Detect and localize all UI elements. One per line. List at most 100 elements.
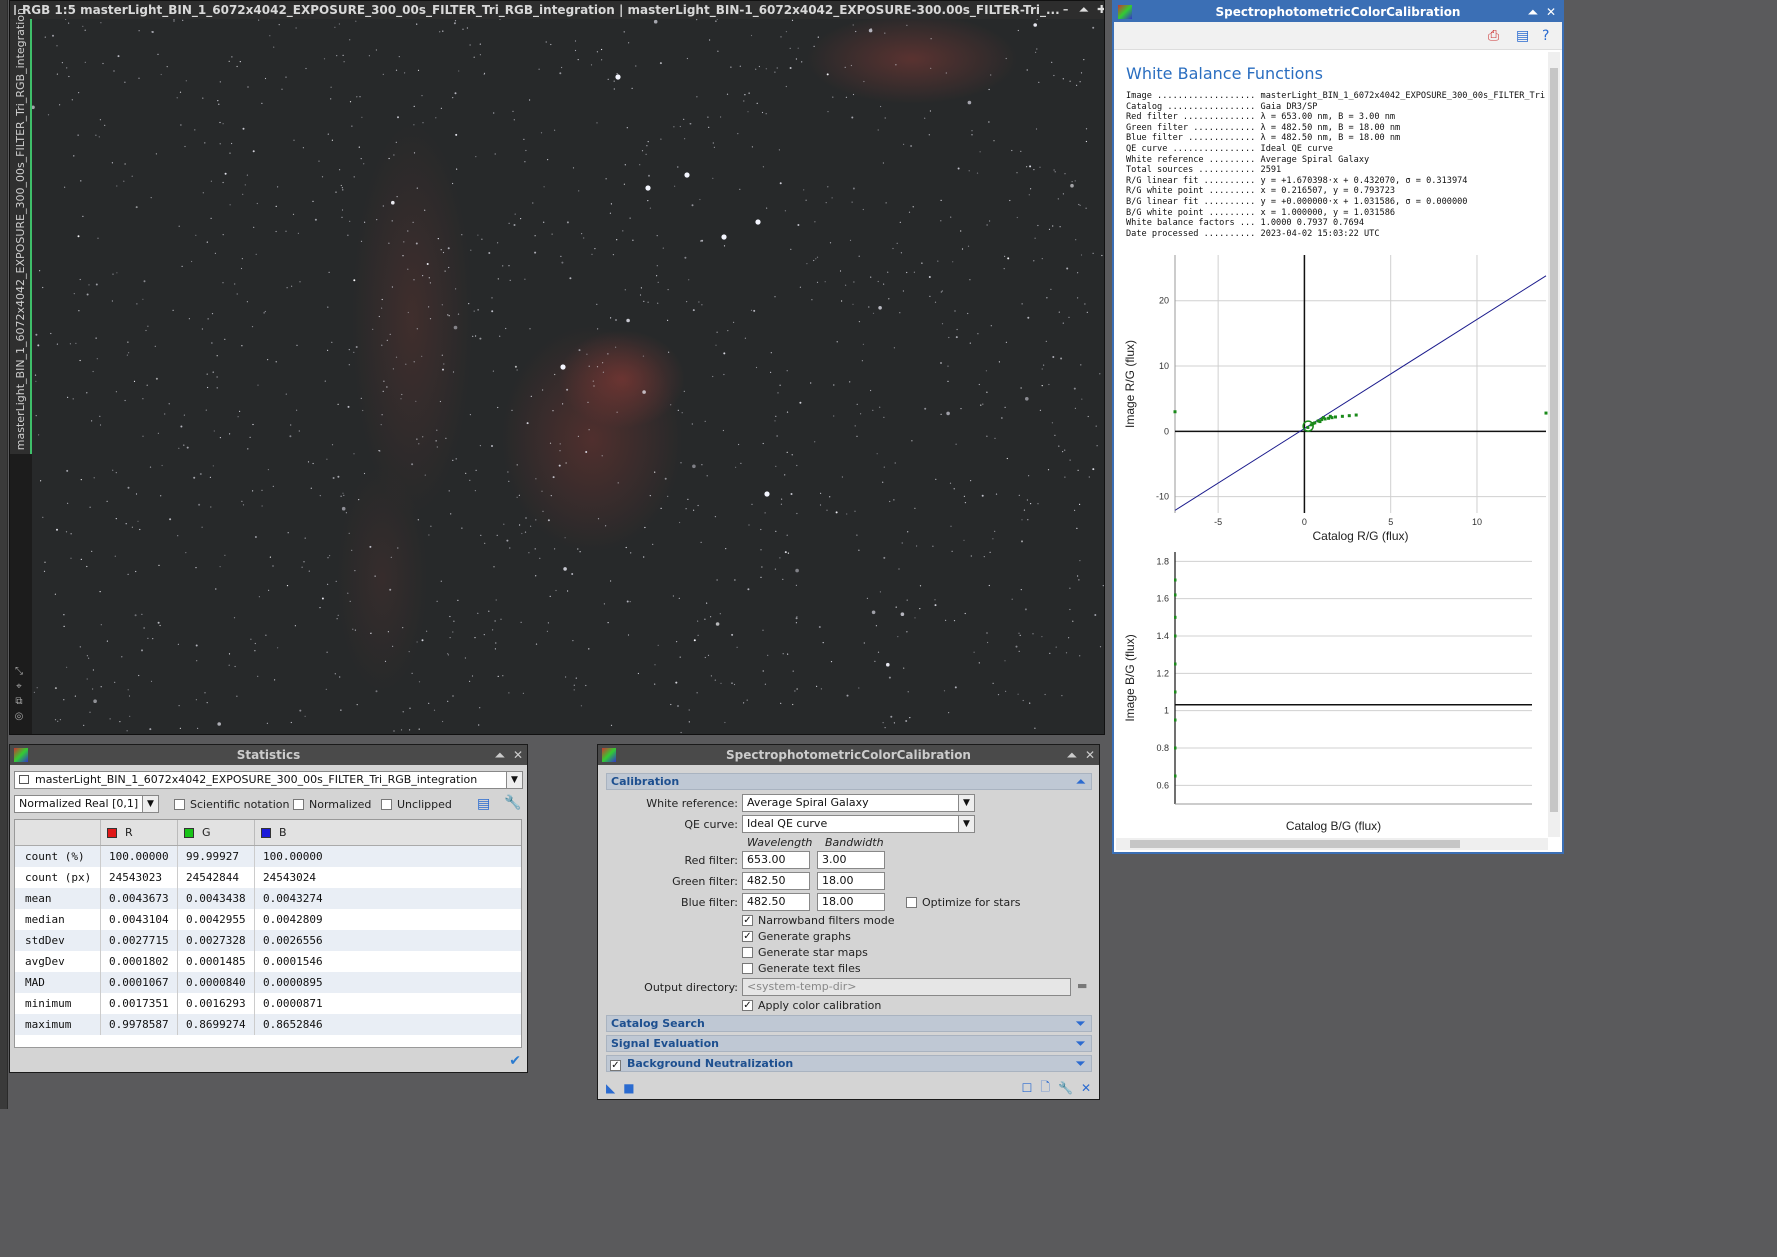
generate-star-maps-checkbox[interactable]: Generate star maps — [742, 946, 868, 959]
star — [495, 599, 497, 601]
statistics-panel[interactable]: Statistics ⏶ ✕ masterLight_BIN_1_6072x40… — [9, 744, 528, 1073]
spcc-graph-window[interactable]: SpectrophotometricColorCalibration ⏶ ✕ ⎙… — [1112, 0, 1564, 854]
star — [940, 413, 942, 415]
star — [656, 275, 658, 277]
optimize-for-stars-checkbox[interactable]: Optimize for stars — [906, 896, 1020, 909]
target-icon[interactable]: ◎ — [13, 711, 25, 723]
shade-icon[interactable]: ⏶ — [1067, 748, 1077, 762]
checkbox-box-checked[interactable]: ✓ — [742, 931, 753, 942]
table-icon[interactable]: ▤ — [477, 796, 490, 812]
green-wavelength-field[interactable]: 482.50 — [742, 872, 810, 890]
report-line: White balance factors ... 1.0000 0.7937 … — [1126, 218, 1364, 229]
scientific-notation-checkbox[interactable]: Scientific notation — [174, 798, 290, 811]
image-window[interactable]: RGB 1:5 masterLight_BIN_1_6072x4042_EXPO… — [9, 0, 1105, 735]
generate-graphs-checkbox[interactable]: ✓ Generate graphs — [742, 930, 851, 943]
spcc-titlebar[interactable]: SpectrophotometricColorCalibration ⏶ ✕ — [598, 745, 1099, 765]
white-reference-select[interactable]: Average Spiral Galaxy ▼ — [742, 794, 975, 812]
vertical-scrollbar[interactable] — [1548, 52, 1560, 837]
red-bandwidth-field[interactable]: 3.00 — [817, 851, 885, 869]
background-neutralization-section-header[interactable]: ✓ Background Neutralization ⏷ — [606, 1055, 1092, 1072]
checkbox-box[interactable] — [381, 799, 392, 810]
signal-evaluation-section-header[interactable]: Signal Evaluation ⏷ — [606, 1035, 1092, 1052]
blue-bandwidth-field[interactable]: 18.00 — [817, 893, 885, 911]
generate-text-files-checkbox[interactable]: Generate text files — [742, 962, 861, 975]
crosshair-icon[interactable]: ⌖ — [13, 681, 25, 693]
checkbox-box-checked[interactable]: ✓ — [742, 1000, 753, 1011]
green-bandwidth-field[interactable]: 18.00 — [817, 872, 885, 890]
checkmark-icon[interactable]: ✔ — [509, 1053, 521, 1069]
star — [1009, 199, 1011, 202]
apply-color-calibration-checkbox[interactable]: ✓ Apply color calibration — [742, 999, 881, 1012]
copy-icon[interactable]: ⧉ — [13, 696, 25, 708]
catalog-search-section-header[interactable]: Catalog Search ⏷ — [606, 1015, 1092, 1032]
star — [605, 178, 607, 180]
astro-image[interactable] — [32, 19, 1104, 734]
star — [233, 617, 236, 619]
expand-icon[interactable]: ⏷ — [1076, 1016, 1085, 1031]
graph-window-titlebar[interactable]: SpectrophotometricColorCalibration ⏶ ✕ — [1114, 2, 1562, 22]
maximize-icon[interactable]: ✚ — [1096, 4, 1104, 16]
statistics-titlebar[interactable]: Statistics ⏶ ✕ — [10, 745, 527, 765]
checkbox-box[interactable] — [906, 897, 917, 908]
checkbox-box-checked[interactable]: ✓ — [742, 915, 753, 926]
close-icon[interactable]: ✕ — [1085, 748, 1095, 762]
reset-icon[interactable]: ✕ — [1081, 1081, 1091, 1095]
star — [354, 629, 356, 631]
wrench-icon[interactable]: 🔧 — [504, 795, 521, 811]
list-icon[interactable]: ▤ — [1516, 28, 1529, 44]
statistics-table: R G B count (%) 100.00000 99.99927 100.0000… — [14, 819, 522, 1048]
blue-wavelength-field[interactable]: 482.50 — [742, 893, 810, 911]
pdf-icon[interactable]: ⎙ — [1488, 28, 1499, 44]
range-selector[interactable]: Normalized Real [0,1] ▼ — [14, 795, 159, 813]
shade-icon[interactable]: ⏶ — [1528, 5, 1538, 19]
spcc-dialog[interactable]: SpectrophotometricColorCalibration ⏶ ✕ C… — [597, 744, 1100, 1100]
image-identifier-tab[interactable]: masterLight_BIN_1_6072x4042_EXPOSURE_300… — [10, 8, 32, 454]
scroll-thumb[interactable] — [1130, 840, 1460, 848]
document-icon[interactable]: 🗋 — [1040, 1078, 1050, 1099]
star — [789, 67, 792, 69]
chevron-down-icon[interactable]: ▼ — [506, 772, 522, 788]
red-wavelength-field[interactable]: 653.00 — [742, 851, 810, 869]
image-selector[interactable]: masterLight_BIN_1_6072x4042_EXPOSURE_300… — [14, 771, 523, 789]
help-icon[interactable]: ? — [1542, 28, 1549, 44]
close-icon[interactable]: ✕ — [1546, 5, 1556, 19]
close-icon[interactable]: ✕ — [513, 748, 523, 762]
star — [1054, 434, 1056, 436]
star — [782, 578, 784, 581]
qe-curve-select[interactable]: Ideal QE curve ▼ — [742, 815, 975, 833]
checkbox-box[interactable] — [742, 963, 753, 974]
wrench-icon[interactable]: 🔧 — [1058, 1081, 1073, 1095]
horizontal-scrollbar[interactable] — [1116, 838, 1548, 850]
checkbox-box[interactable] — [174, 799, 185, 810]
apply-global-icon[interactable]: ■ — [623, 1081, 634, 1095]
chevron-down-icon[interactable]: ▼ — [142, 796, 158, 812]
narrowband-filters-mode-checkbox[interactable]: ✓ Narrowband filters mode — [742, 914, 895, 927]
shade-icon[interactable]: ⏶ — [495, 748, 505, 762]
checkbox-box[interactable] — [742, 947, 753, 958]
collapse-icon[interactable]: ⏶ — [1076, 774, 1085, 789]
chevron-down-icon[interactable]: ▼ — [958, 816, 974, 832]
preview-icon[interactable]: ☐ — [1022, 1081, 1033, 1095]
folder-icon[interactable]: ▬ — [1077, 979, 1087, 992]
scroll-thumb[interactable] — [1550, 68, 1558, 812]
unclipped-checkbox[interactable]: Unclipped — [381, 798, 452, 811]
star — [428, 306, 430, 308]
checkbox-box[interactable] — [293, 799, 304, 810]
chevron-down-icon[interactable]: ▼ — [958, 795, 974, 811]
zoom-fit-icon[interactable]: ⤡ — [13, 666, 25, 678]
image-window-titlebar[interactable]: RGB 1:5 masterLight_BIN_1_6072x4042_EXPO… — [10, 1, 1104, 19]
calibration-section-header[interactable]: Calibration ⏶ — [606, 773, 1092, 790]
shade-icon[interactable]: ⏶ — [1078, 4, 1090, 16]
star — [956, 328, 958, 331]
star — [884, 727, 886, 729]
expand-icon[interactable]: ⏷ — [1076, 1056, 1085, 1071]
expand-icon[interactable]: ⏷ — [1076, 1036, 1085, 1051]
row-label: count (%) — [25, 850, 85, 863]
checkbox-box-checked[interactable]: ✓ — [610, 1060, 621, 1071]
minimize-icon[interactable]: – — [1060, 4, 1072, 16]
new-instance-icon[interactable]: ◣ — [606, 1081, 615, 1095]
output-directory-field[interactable]: <system-temp-dir> — [742, 978, 1071, 996]
star — [402, 255, 404, 257]
normalized-checkbox[interactable]: Normalized — [293, 798, 371, 811]
star — [391, 220, 393, 222]
